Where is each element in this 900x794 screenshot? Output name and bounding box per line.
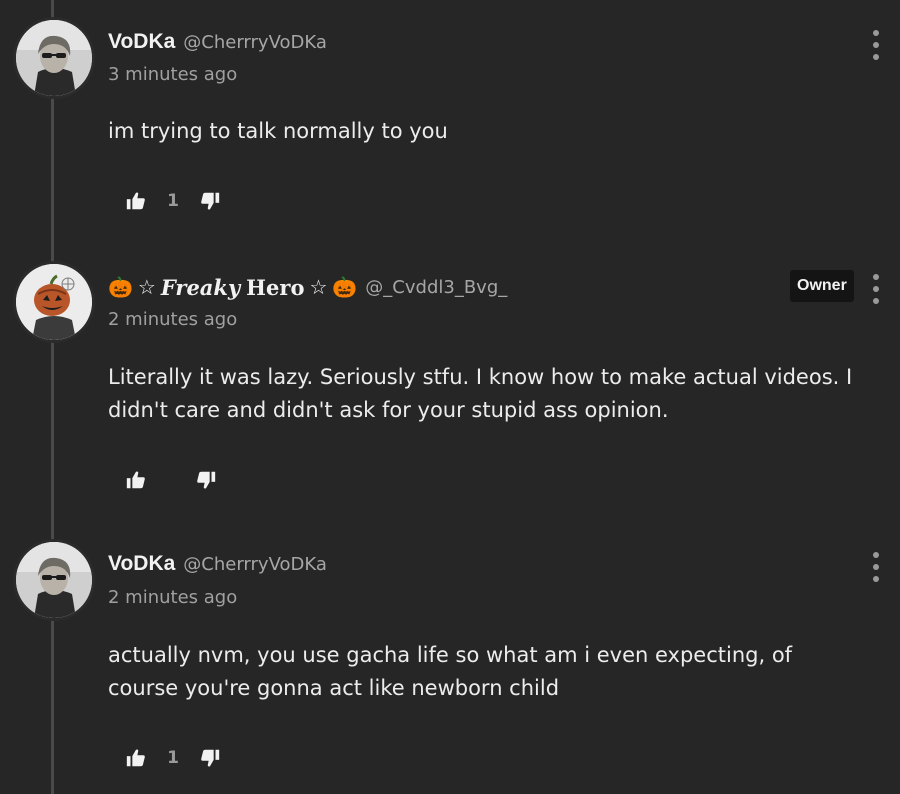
star-glyph: ☆ <box>137 275 156 299</box>
author-handle[interactable]: @CherrryVoDKa <box>183 32 327 53</box>
author-name[interactable]: Hero <box>246 275 304 300</box>
more-options-button[interactable] <box>870 552 882 582</box>
thumbs-down-icon <box>201 749 220 767</box>
thumbs-up-icon <box>126 749 145 767</box>
comment-actions <box>124 467 218 493</box>
more-options-button[interactable] <box>870 274 882 304</box>
user-photo-sunglasses-icon <box>16 20 92 96</box>
author-name[interactable]: VoDKa <box>108 30 175 54</box>
star-glyph: ☆ <box>309 275 328 299</box>
like-count: 1 <box>167 748 179 768</box>
comment-header: VoDKa @CherrryVoDKa <box>108 27 327 57</box>
avatar[interactable] <box>16 542 92 618</box>
thumbs-up-icon <box>126 192 145 210</box>
dislike-button[interactable] <box>198 189 222 213</box>
more-options-button[interactable] <box>870 30 882 60</box>
timestamp[interactable]: 3 minutes ago <box>108 64 237 85</box>
author-handle[interactable]: @_Cvddl3_Bvg_ <box>365 277 507 298</box>
pumpkin-emoji: 🎃 <box>108 275 133 299</box>
menu-dot <box>873 42 879 48</box>
like-button[interactable] <box>124 189 148 213</box>
comment-header: VoDKa @CherrryVoDKa <box>108 549 327 579</box>
pumpkin-emoji: 🎃 <box>332 275 358 299</box>
menu-dot <box>873 564 879 570</box>
menu-dot <box>873 298 879 304</box>
dislike-button[interactable] <box>194 468 218 492</box>
comment-header: 🎃 ☆ Freaky Hero ☆ 🎃 @_Cvddl3_Bvg_ <box>108 272 507 302</box>
user-photo-sunglasses-icon <box>16 542 92 618</box>
thumbs-up-icon <box>126 471 145 489</box>
comment-actions: 1 <box>124 188 222 214</box>
author-name-fancy[interactable]: Freaky <box>161 275 240 300</box>
more-vertical-icon <box>873 30 879 36</box>
menu-dot <box>873 576 879 582</box>
like-button[interactable] <box>124 746 148 770</box>
pumpkin-head-avatar-icon <box>16 264 92 340</box>
thumbs-down-icon <box>197 471 216 489</box>
comment-actions: 1 <box>124 745 222 771</box>
owner-badge: Owner <box>790 270 854 302</box>
menu-dot <box>873 54 879 60</box>
dislike-button[interactable] <box>198 746 222 770</box>
author-handle[interactable]: @CherrryVoDKa <box>183 554 327 575</box>
comment-text: im trying to talk normally to you <box>108 119 448 143</box>
avatar[interactable] <box>16 264 92 340</box>
like-count: 1 <box>167 191 179 211</box>
like-button[interactable] <box>124 468 148 492</box>
more-vertical-icon <box>873 274 879 280</box>
more-vertical-icon <box>873 552 879 558</box>
timestamp[interactable]: 2 minutes ago <box>108 309 237 330</box>
thread-line <box>51 0 54 794</box>
menu-dot <box>873 286 879 292</box>
comment-text: Literally it was lazy. Seriously stfu. I… <box>108 365 853 422</box>
author-name[interactable]: VoDKa <box>108 552 175 576</box>
thumbs-down-icon <box>201 192 220 210</box>
comment-text: actually nvm, you use gacha life so what… <box>108 643 793 700</box>
timestamp[interactable]: 2 minutes ago <box>108 587 237 608</box>
avatar[interactable] <box>16 20 92 96</box>
